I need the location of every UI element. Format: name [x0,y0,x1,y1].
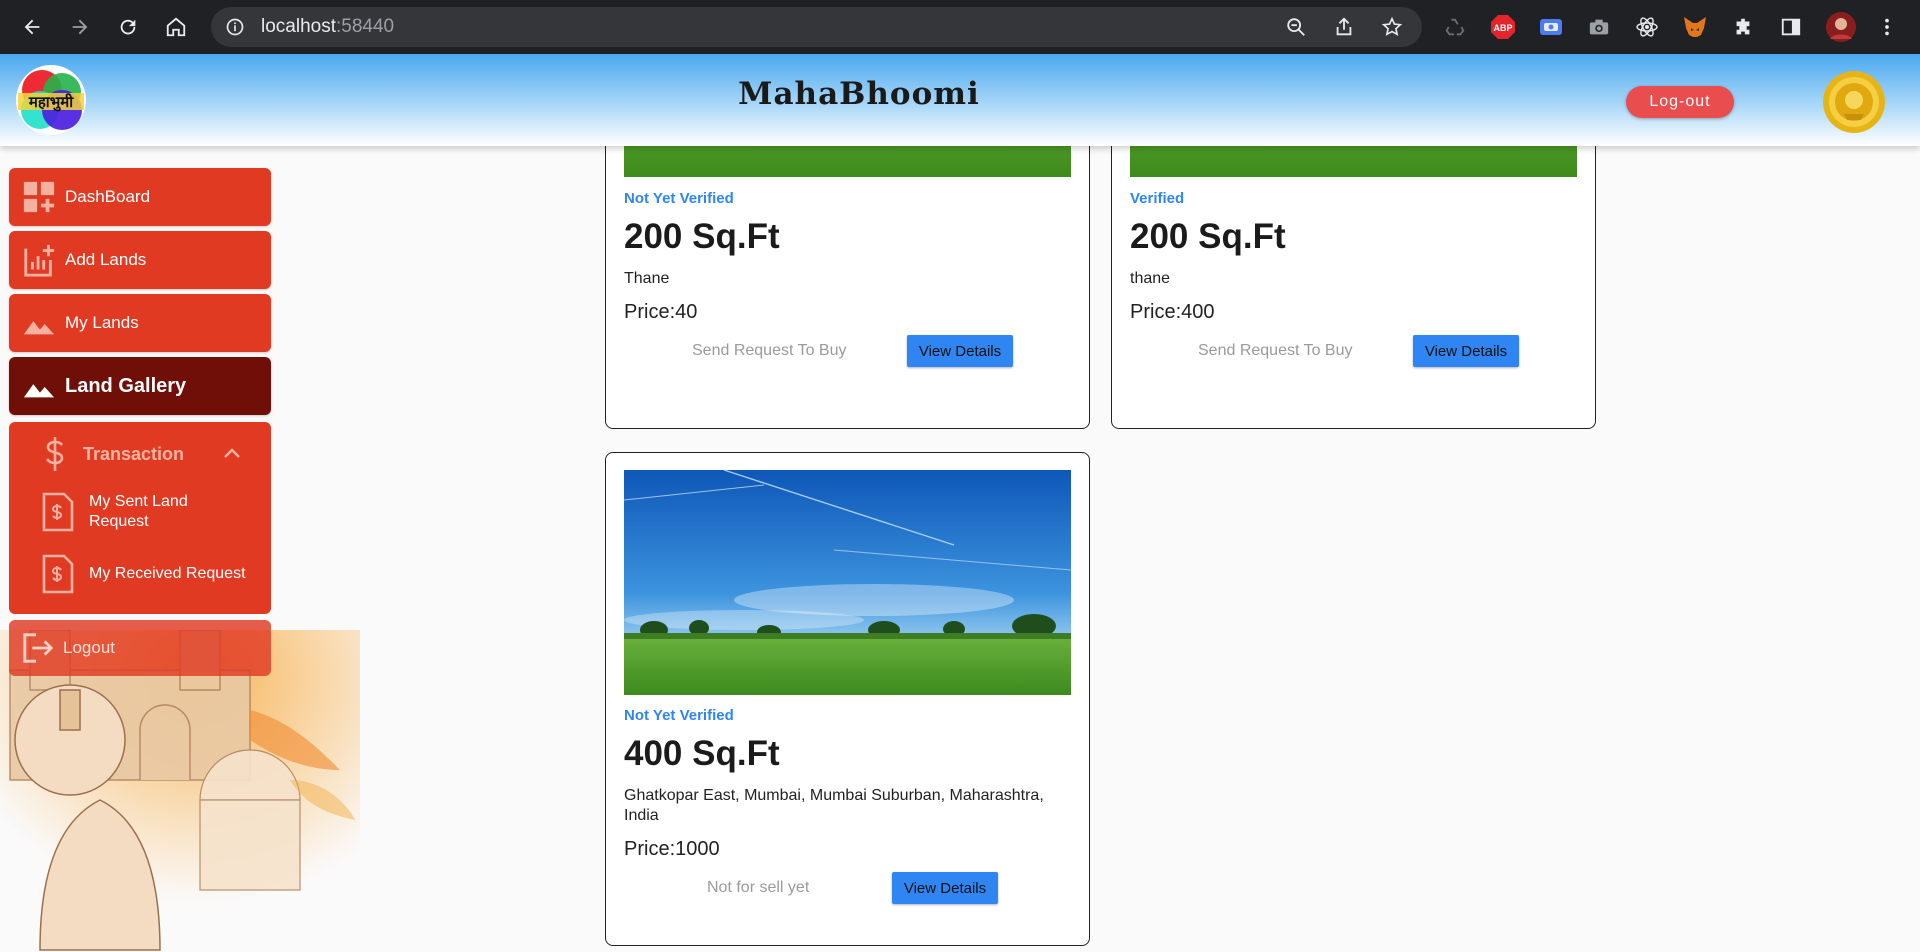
send-request-button[interactable]: Send Request To Buy [1198,342,1352,360]
sidebar-item-land-gallery[interactable]: Land Gallery [9,357,271,415]
land-card: Not Yet Verified 200 Sq.Ft Thane Price:4… [605,100,1090,429]
dollar-icon [45,437,64,471]
sidebar-sub-label: My Sent Land Request [89,493,188,530]
sidebar-item-label: Logout [63,638,115,657]
land-area: 200 Sq.Ft [624,217,780,256]
maharashtra-emblem [1823,71,1885,133]
view-details-button[interactable]: View Details [892,872,998,904]
react-devtools-icon[interactable] [1634,14,1660,40]
metamask-fox-icon[interactable] [1682,14,1708,40]
verification-status: Not Yet Verified [624,707,734,724]
sidebar-item-label: My Lands [65,313,139,332]
sidebar-item-label: DashBoard [65,187,151,206]
send-request-button[interactable]: Send Request To Buy [692,342,846,360]
browser-menu-icon[interactable] [1874,14,1900,40]
home-icon[interactable] [156,7,196,47]
land-price: Price:400 [1130,301,1215,323]
land-area: 400 Sq.Ft [624,734,780,773]
view-details-button[interactable]: View Details [907,335,1013,367]
land-location: thane [1130,270,1171,287]
url-text: localhost:58440 [261,16,395,37]
zoom-out-icon[interactable] [1285,16,1307,38]
back-icon[interactable] [12,7,52,47]
sidebar-heritage-artwork [0,630,360,952]
sidebar-item-label: Land Gallery [65,374,187,397]
camera-extension-icon[interactable] [1586,14,1612,40]
sidebar-item-my-received-request[interactable]: My Received Request [41,554,246,594]
recycle-extension-icon[interactable] [1442,14,1468,40]
land-area: 200 Sq.Ft [1130,217,1286,256]
view-details-button[interactable]: View Details [1413,335,1519,367]
land-location: Ghatkopar East, Mumbai, Mumbai Suburban,… [624,787,1044,824]
chevron-up-icon[interactable] [223,446,241,460]
profile-avatar[interactable] [1826,12,1856,42]
sidebar-sub-label: My Received Request [89,565,246,582]
sidebar-item-my-sent-land-request[interactable]: My Sent Land Request [41,492,239,532]
screen-record-extension-icon[interactable] [1538,14,1564,40]
not-for-sale-label: Not for sell yet [707,879,810,896]
landscape-icon [21,305,57,341]
sidebar-item-label: Add Lands [65,250,147,269]
bookmark-star-icon[interactable] [1381,16,1403,38]
transaction-label: Transaction [83,443,185,464]
sidebar-item-logout[interactable]: Logout [9,620,271,676]
land-price: Price:1000 [624,838,720,860]
land-card: Verified 200 Sq.Ft thane Price:400 Send … [1111,100,1596,429]
verification-status: Verified [1130,190,1185,207]
info-icon[interactable] [225,17,245,37]
transaction-menu: Transaction My Sent Land Request My Rece… [9,422,271,614]
sidebar-item-add-lands[interactable]: Add Lands [9,231,271,289]
extensions-puzzle-icon[interactable] [1730,14,1756,40]
receipt-icon [42,554,74,594]
land-price: Price:40 [624,301,698,323]
sidebar-item-my-lands[interactable]: My Lands [9,294,271,352]
verification-status: Not Yet Verified [624,190,734,207]
receipt-icon [42,492,74,532]
transaction-toggle[interactable]: Transaction [43,436,184,472]
svg-text:ABP: ABP [1493,23,1512,33]
app-title: MahaBhoomi [738,76,980,112]
land-card: Not Yet Verified 400 Sq.Ft Ghatkopar Eas… [605,452,1090,946]
sidebar-item-dashboard[interactable]: DashBoard [9,168,271,226]
browser-toolbar: localhost:58440 ABP [0,0,1920,54]
land-location: Thane [624,270,670,287]
app-header: महाभुमी MahaBhoomi Log-out [0,54,1920,146]
logout-icon [23,633,54,663]
landscape-icon [21,368,57,404]
address-bar[interactable]: localhost:58440 [211,7,1422,47]
land-image [624,470,1071,695]
add-chart-icon [21,242,57,278]
reload-icon[interactable] [108,7,148,47]
header-logout-button[interactable]: Log-out [1626,86,1734,118]
share-icon[interactable] [1333,16,1355,38]
adblock-extension-icon[interactable]: ABP [1490,14,1516,40]
dashboard-icon [21,179,57,215]
forward-icon[interactable] [60,7,100,47]
side-panel-icon[interactable] [1778,14,1804,40]
